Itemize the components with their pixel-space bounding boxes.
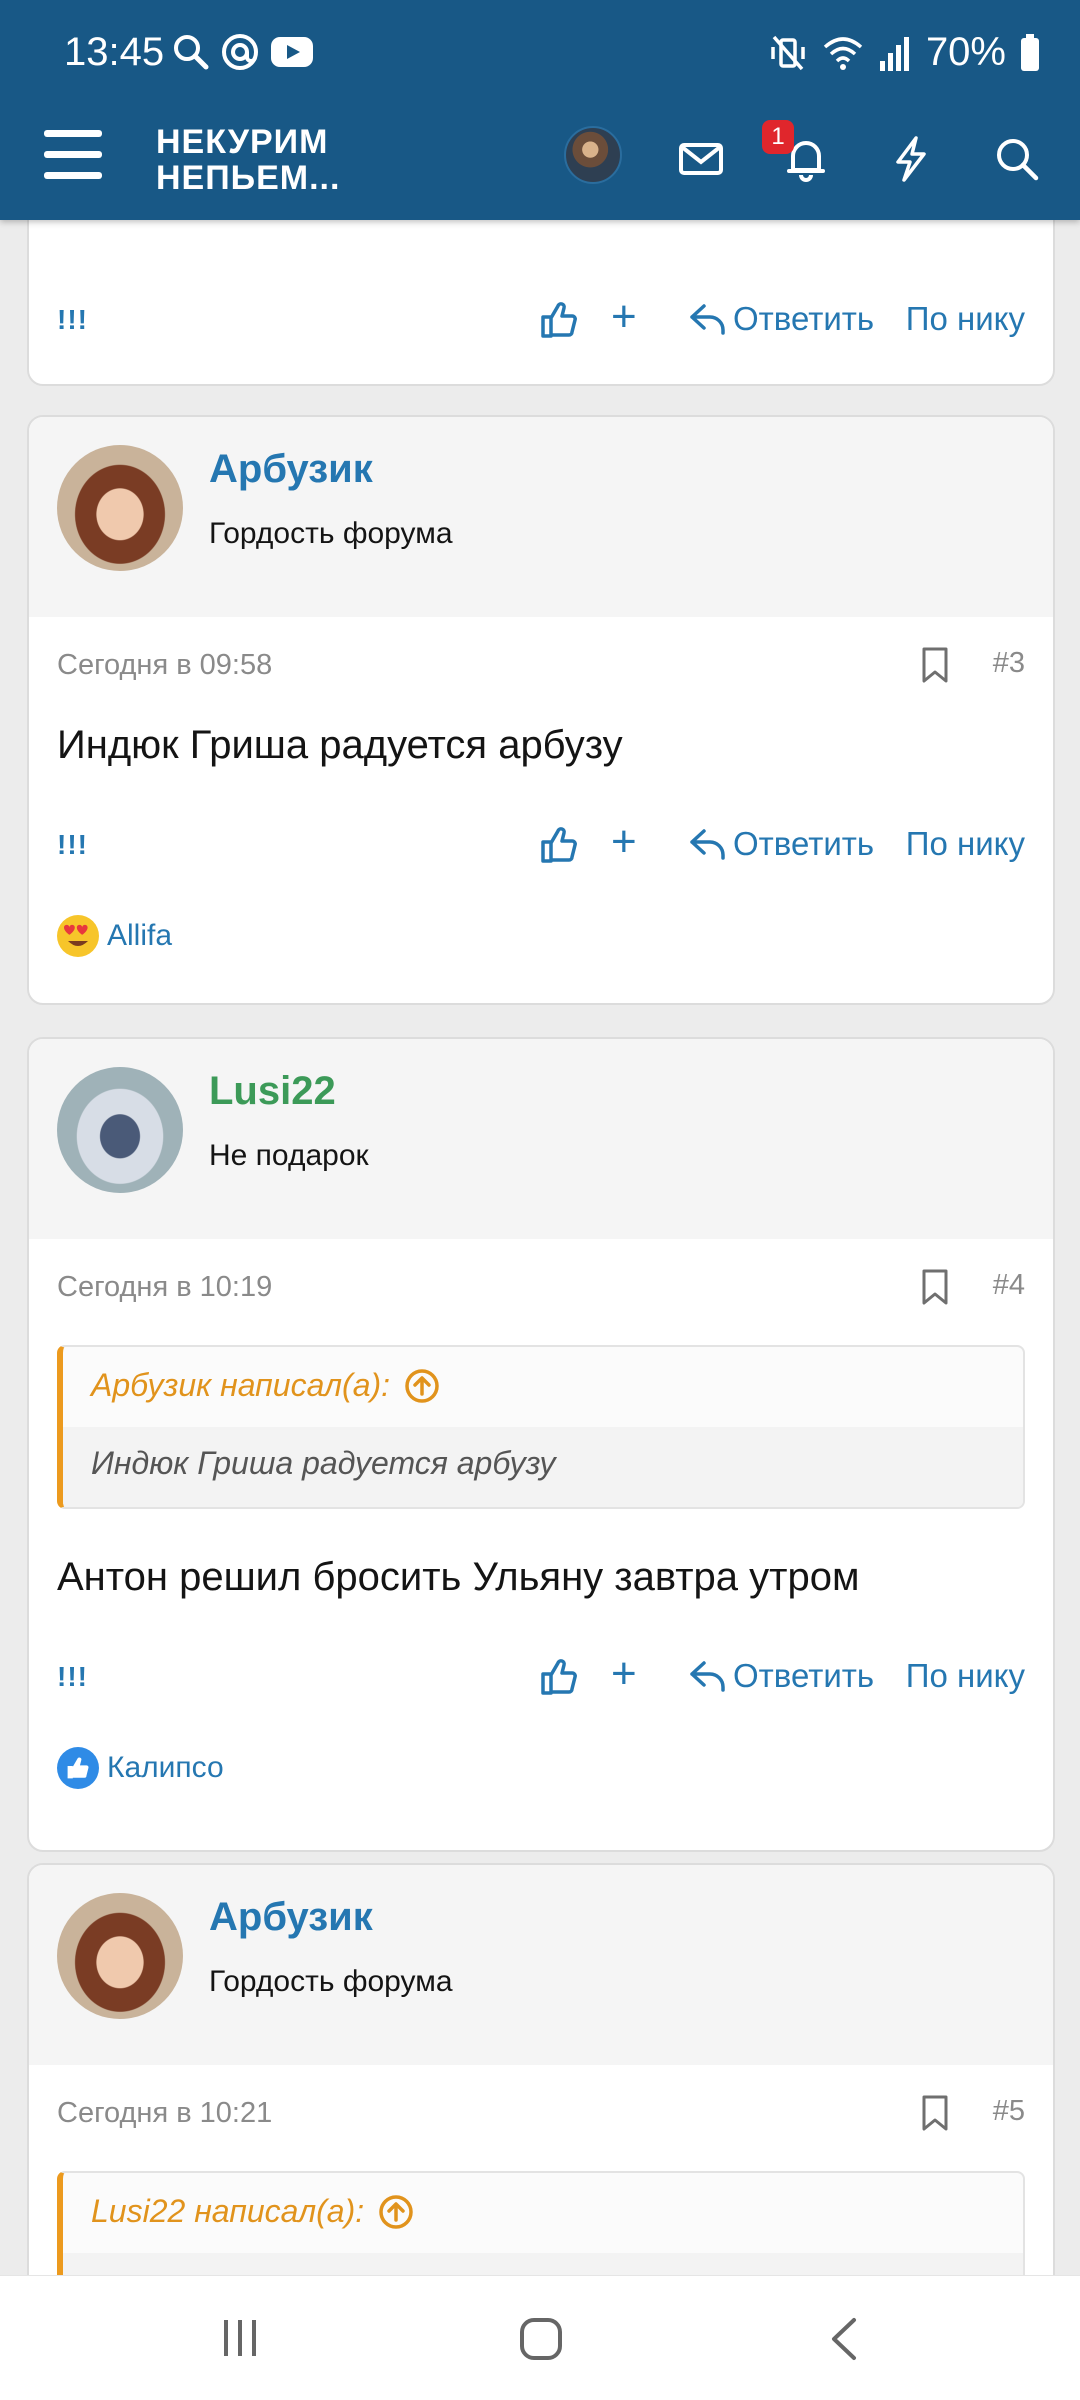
by-nick-button[interactable]: По нику — [906, 300, 1025, 338]
post-card: Lusi22 Не подарок Сегодня в 10:19 #4 Арб… — [27, 1037, 1055, 1852]
quote-block: Арбузик написал(а): Индюк Гриша радуется… — [57, 1345, 1025, 1509]
logo-line2: НЕПЬЕМ... — [156, 159, 341, 197]
reply-label: Ответить — [733, 300, 875, 337]
reply-label: Ответить — [733, 825, 875, 862]
search-notification-icon — [174, 35, 209, 70]
recents-icon[interactable] — [218, 2316, 262, 2360]
reply-label: Ответить — [733, 1657, 875, 1694]
reaction-user[interactable]: Allifa — [107, 919, 172, 953]
post-actions: !!! + Ответить По нику — [57, 292, 1025, 352]
like-icon[interactable] — [539, 825, 579, 865]
post-author-block: Lusi22 Не подарок — [29, 1039, 1053, 1239]
mail-icon[interactable] — [676, 134, 726, 184]
avatar[interactable] — [57, 445, 183, 571]
quote-body — [63, 2253, 1023, 2275]
reaction-row[interactable]: Allifa — [57, 915, 172, 957]
username[interactable]: Lusi22 — [209, 1069, 336, 1114]
excl-button[interactable]: !!! — [57, 1661, 88, 1693]
like-reaction-icon — [57, 1747, 99, 1789]
post-actions: !!! + Ответить По нику — [57, 1649, 1025, 1709]
status-time: 13:45 — [64, 30, 165, 74]
arrow-up-circle-icon[interactable] — [404, 1368, 440, 1404]
status-icons-right: 70% — [768, 30, 1040, 75]
plus-button[interactable]: + — [611, 1649, 637, 1699]
at-sign-icon — [222, 34, 258, 70]
reaction-user[interactable]: Калипсо — [107, 1751, 224, 1785]
reaction-row[interactable]: Калипсо — [57, 1747, 224, 1789]
thread-content: !!! + Ответить По нику Арбузик Гордость … — [0, 220, 1080, 2275]
reply-icon — [690, 829, 725, 860]
home-icon[interactable] — [518, 2316, 564, 2362]
post-author-block: Арбузик Гордость форума — [29, 1865, 1053, 2065]
post-date[interactable]: Сегодня в 10:21 — [57, 2097, 272, 2130]
post-text: Индюк Гриша радуется арбузу — [57, 723, 623, 767]
quote-body: Индюк Гриша радуется арбузу — [63, 1427, 1023, 1507]
reply-button[interactable]: Ответить — [689, 825, 874, 863]
username[interactable]: Арбузик — [209, 447, 373, 492]
bookmark-icon[interactable] — [921, 2095, 949, 2131]
heart-eyes-emoji-icon — [57, 915, 99, 957]
quote-text: Индюк Гриша радуется арбузу — [91, 1445, 556, 1481]
excl-button[interactable]: !!! — [57, 304, 88, 336]
battery-percent: 70% — [925, 30, 1006, 74]
by-nick-button[interactable]: По нику — [906, 825, 1025, 863]
like-icon[interactable] — [539, 300, 579, 340]
post-date[interactable]: Сегодня в 09:58 — [57, 649, 272, 682]
site-logo[interactable]: НЕКУРИМ НЕПЬЕМ... — [156, 124, 340, 196]
plus-button[interactable]: + — [611, 817, 637, 867]
post-author-block: Арбузик Гордость форума — [29, 417, 1053, 617]
account-avatar[interactable] — [564, 126, 622, 184]
battery-icon — [1021, 33, 1039, 71]
search-icon[interactable] — [992, 134, 1042, 184]
reply-icon — [690, 304, 725, 335]
quote-author: Арбузик написал(а): — [91, 1367, 391, 1403]
bookmark-icon[interactable] — [921, 1269, 949, 1305]
quote-header[interactable]: Арбузик написал(а): — [91, 1367, 440, 1404]
logo-line1: НЕКУРИМ — [156, 123, 329, 161]
youtube-icon — [271, 37, 313, 67]
status-icons-left — [172, 32, 314, 72]
post-number[interactable]: #5 — [993, 2095, 1025, 2128]
post-card-prev: !!! + Ответить По нику — [27, 220, 1055, 386]
post-date[interactable]: Сегодня в 10:19 — [57, 1271, 272, 1304]
top-bar: 13:45 70% НЕКУРИМ НЕПЬЕМ... 1 — [0, 0, 1080, 220]
bookmark-icon[interactable] — [921, 647, 949, 683]
user-title: Гордость форума — [209, 517, 453, 550]
quote-block: Lusi22 написал(а): — [57, 2171, 1025, 2275]
avatar[interactable] — [57, 1893, 183, 2019]
reply-button[interactable]: Ответить — [689, 300, 874, 338]
menu-button[interactable] — [44, 130, 102, 188]
excl-button[interactable]: !!! — [57, 829, 88, 861]
lightning-icon[interactable] — [886, 134, 936, 184]
quote-author: Lusi22 написал(а): — [91, 2193, 365, 2229]
post-text: Антон решил бросить Ульяну завтра утром — [57, 1555, 860, 1599]
post-number[interactable]: #3 — [993, 647, 1025, 680]
system-nav-bar — [0, 2275, 1080, 2400]
status-bar: 13:45 70% — [0, 0, 1080, 110]
reply-button[interactable]: Ответить — [689, 1657, 874, 1695]
reply-icon — [690, 1661, 725, 1692]
quote-header[interactable]: Lusi22 написал(а): — [91, 2193, 414, 2230]
username[interactable]: Арбузик — [209, 1895, 373, 1940]
vibrate-mute-icon — [771, 35, 805, 70]
back-icon[interactable] — [826, 2316, 862, 2362]
like-icon[interactable] — [539, 1657, 579, 1697]
post-actions: !!! + Ответить По нику — [57, 817, 1025, 877]
signal-icon — [879, 36, 909, 71]
arrow-up-circle-icon[interactable] — [378, 2194, 414, 2230]
app-header: НЕКУРИМ НЕПЬЕМ... 1 — [0, 110, 1080, 220]
plus-button[interactable]: + — [611, 292, 637, 342]
notification-badge: 1 — [762, 120, 794, 154]
user-title: Не подарок — [209, 1139, 369, 1172]
post-card: Арбузик Гордость форума Сегодня в 10:21 … — [27, 1863, 1055, 2275]
wifi-icon — [823, 36, 863, 70]
by-nick-button[interactable]: По нику — [906, 1657, 1025, 1695]
user-title: Гордость форума — [209, 1965, 453, 1998]
post-card: Арбузик Гордость форума Сегодня в 09:58 … — [27, 415, 1055, 1005]
post-number[interactable]: #4 — [993, 1269, 1025, 1302]
avatar[interactable] — [57, 1067, 183, 1193]
